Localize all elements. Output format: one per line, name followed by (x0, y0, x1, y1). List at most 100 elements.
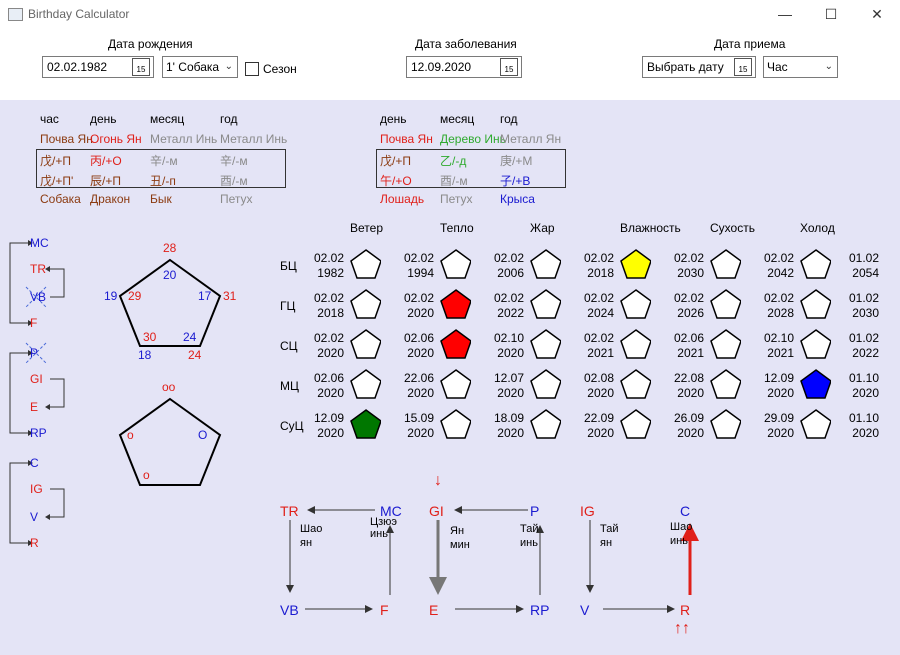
cycle-pentagon[interactable] (349, 288, 381, 320)
cycle-pentagon[interactable] (439, 408, 471, 440)
pentagon-marker: o (127, 428, 134, 442)
branch-cell: 酉/-м (220, 174, 248, 188)
cycle-pentagon[interactable] (709, 328, 741, 360)
cycle-pentagon[interactable] (709, 408, 741, 440)
element-cell: Металл Ян (500, 132, 562, 146)
cycle-date-year: 2018 (317, 306, 344, 320)
chain-label: E (30, 400, 39, 414)
cycle-pentagon[interactable] (709, 368, 741, 400)
cycle-pentagon[interactable] (349, 328, 381, 360)
cycle-date-year: 2020 (317, 346, 344, 360)
cycle-pentagon[interactable] (529, 248, 561, 280)
cycle-pentagon[interactable] (619, 288, 651, 320)
square2-br: RP (530, 602, 550, 618)
cycle-date-day: 02.02 (673, 291, 704, 305)
cycle-pentagon[interactable] (619, 368, 651, 400)
cycle-pentagon[interactable] (439, 248, 471, 280)
cycle-pentagon[interactable] (799, 328, 831, 360)
reception-date-value: Выбрать дату (647, 60, 724, 74)
cycle-pentagon[interactable] (709, 248, 741, 280)
minimize-button[interactable]: — (774, 4, 796, 24)
cycle-pentagon[interactable] (439, 328, 471, 360)
close-button[interactable]: ✕ (866, 4, 888, 24)
cycle-date: 02.06 2021 (670, 331, 704, 361)
animal-select[interactable]: 1' Собака ⌄ (162, 56, 238, 78)
pentagon-value: 24 (188, 348, 202, 362)
animal-cell: Крыса (500, 192, 535, 206)
grid-row-label: СЦ (280, 339, 298, 353)
chain-label: MC (30, 236, 49, 250)
five-elements-pentagon (118, 258, 222, 347)
cycle-date-day: 15.09 (403, 411, 434, 425)
app-icon (8, 8, 23, 21)
cycle-pentagon[interactable] (529, 368, 561, 400)
reception-date-label: Дата приема (714, 37, 786, 51)
cycle-pentagon[interactable] (349, 368, 381, 400)
cycle-pentagon[interactable] (709, 288, 741, 320)
cycle-pentagon[interactable] (349, 408, 381, 440)
square3-tr: C (680, 503, 691, 519)
animal-cell: Бык (150, 192, 172, 206)
cycle-pentagon[interactable] (529, 288, 561, 320)
calendar-icon[interactable]: 15 (734, 58, 752, 76)
season-checkbox[interactable] (245, 62, 259, 76)
cycle-pentagon[interactable] (619, 248, 651, 280)
cycle-end-date: 01.10 2020 (845, 371, 879, 401)
square1-tl: TR (280, 503, 299, 519)
illness-date-field[interactable]: 12.09.2020 15 (406, 56, 522, 78)
pentagon-value: 18 (138, 348, 152, 362)
calendar-icon[interactable]: 15 (132, 58, 150, 76)
element-cell: Дерево Инь (440, 132, 506, 146)
birth-date-value: 02.02.1982 (47, 60, 108, 74)
col-header: год (500, 112, 518, 126)
cycle-pentagon[interactable] (529, 408, 561, 440)
cycle-date: 22.06 2020 (400, 371, 434, 401)
cycle-date-day: 02.02 (583, 331, 614, 345)
pentagon-value: 24 (183, 330, 197, 344)
cycle-date-day: 12.09 (313, 411, 344, 425)
cycle-date-day: 22.08 (673, 371, 704, 385)
reception-date-field[interactable]: Выбрать дату 15 (642, 56, 756, 78)
cycle-pentagon[interactable] (619, 408, 651, 440)
cycle-end-year: 2020 (852, 386, 879, 400)
cycle-date: 02.02 2018 (310, 291, 344, 321)
col-header: месяц (440, 112, 475, 126)
maximize-button[interactable]: ☐ (820, 4, 842, 24)
cycle-pentagon[interactable] (439, 368, 471, 400)
hour-select[interactable]: Час ⌄ (763, 56, 838, 78)
cycle-date-day: 02.02 (313, 331, 344, 345)
pentagon-value: 17 (198, 289, 212, 303)
cycle-date: 26.09 2020 (670, 411, 704, 441)
cycle-date-year: 2042 (767, 266, 794, 280)
cycle-date-year: 2022 (497, 306, 524, 320)
cycle-pentagon[interactable] (799, 408, 831, 440)
square1-right-label: Цзюэ инь (370, 516, 397, 540)
cycle-pentagon[interactable] (529, 328, 561, 360)
square2-right-label: Тай инь (520, 523, 539, 549)
cycle-pentagon[interactable] (799, 288, 831, 320)
chain-label: TR (30, 262, 46, 276)
col-header: день (90, 112, 117, 126)
cycle-pentagon[interactable] (799, 368, 831, 400)
element-cell: Огонь Ян (90, 132, 142, 146)
pentagon-value: 30 (143, 330, 157, 344)
cycle-date: 15.09 2020 (400, 411, 434, 441)
cycle-date: 02.02 2022 (490, 291, 524, 321)
cycle-date-day: 02.02 (493, 251, 524, 265)
cycle-date-day: 02.06 (403, 331, 434, 345)
cycle-pentagon[interactable] (439, 288, 471, 320)
chain-label: F (30, 316, 38, 330)
cycle-end-date: 01.02 2054 (845, 251, 879, 281)
cycle-date: 02.02 2026 (670, 291, 704, 321)
cycle-pentagon[interactable] (349, 248, 381, 280)
square3-br: R (680, 602, 691, 618)
cycle-pentagon[interactable] (619, 328, 651, 360)
stem-cell: 乙/-д (440, 154, 467, 168)
cycle-date-day: 02.02 (403, 251, 434, 265)
birth-date-field[interactable]: 02.02.1982 15 (42, 56, 154, 78)
calendar-icon[interactable]: 15 (500, 58, 518, 76)
cycle-pentagon[interactable] (799, 248, 831, 280)
cycle-date-day: 02.02 (313, 291, 344, 305)
cycle-date-year: 2020 (407, 306, 434, 320)
cycle-date-year: 2024 (587, 306, 614, 320)
